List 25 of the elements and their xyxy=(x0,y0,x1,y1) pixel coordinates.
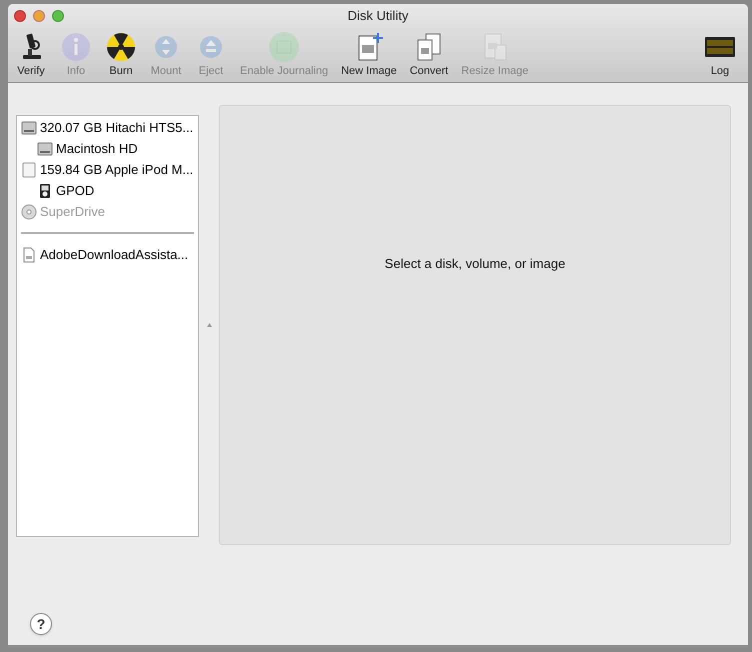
hard-drive-icon xyxy=(37,140,53,156)
placeholder-message: Select a disk, volume, or image xyxy=(384,255,566,272)
sidebar-item[interactable]: GPOD xyxy=(56,180,94,200)
close-button[interactable] xyxy=(14,10,26,22)
sidebar-item[interactable]: 159.84 GB Apple iPod M... xyxy=(40,160,194,180)
disc-icon xyxy=(21,204,37,220)
sidebar-item[interactable]: 320.07 GB Hitachi HTS5... xyxy=(40,118,194,138)
blank-drive-icon xyxy=(21,162,37,178)
toolbar-button[interactable]: Burn xyxy=(102,30,140,79)
ipod-icon xyxy=(37,182,53,198)
toolbar-button[interactable]: New Image xyxy=(338,30,400,79)
window-title: Disk Utility xyxy=(348,7,408,26)
info-icon xyxy=(60,30,92,62)
document-icon xyxy=(21,246,37,262)
zoom-button[interactable] xyxy=(52,10,64,22)
toolbar-button[interactable]: Verify xyxy=(12,30,50,79)
hard-drive-icon xyxy=(21,120,37,136)
radiation-icon xyxy=(105,30,137,62)
log-button[interactable]: Log xyxy=(704,30,736,79)
sidebar-item[interactable]: AdobeDownloadAssista... xyxy=(40,244,188,264)
help-button[interactable]: ? xyxy=(30,613,52,635)
sidebar-item[interactable]: Macintosh HD xyxy=(56,138,138,158)
toolbar-button[interactable]: Convert xyxy=(406,30,452,79)
splitter-handle-icon[interactable] xyxy=(206,323,212,327)
minimize-button[interactable] xyxy=(33,10,45,22)
